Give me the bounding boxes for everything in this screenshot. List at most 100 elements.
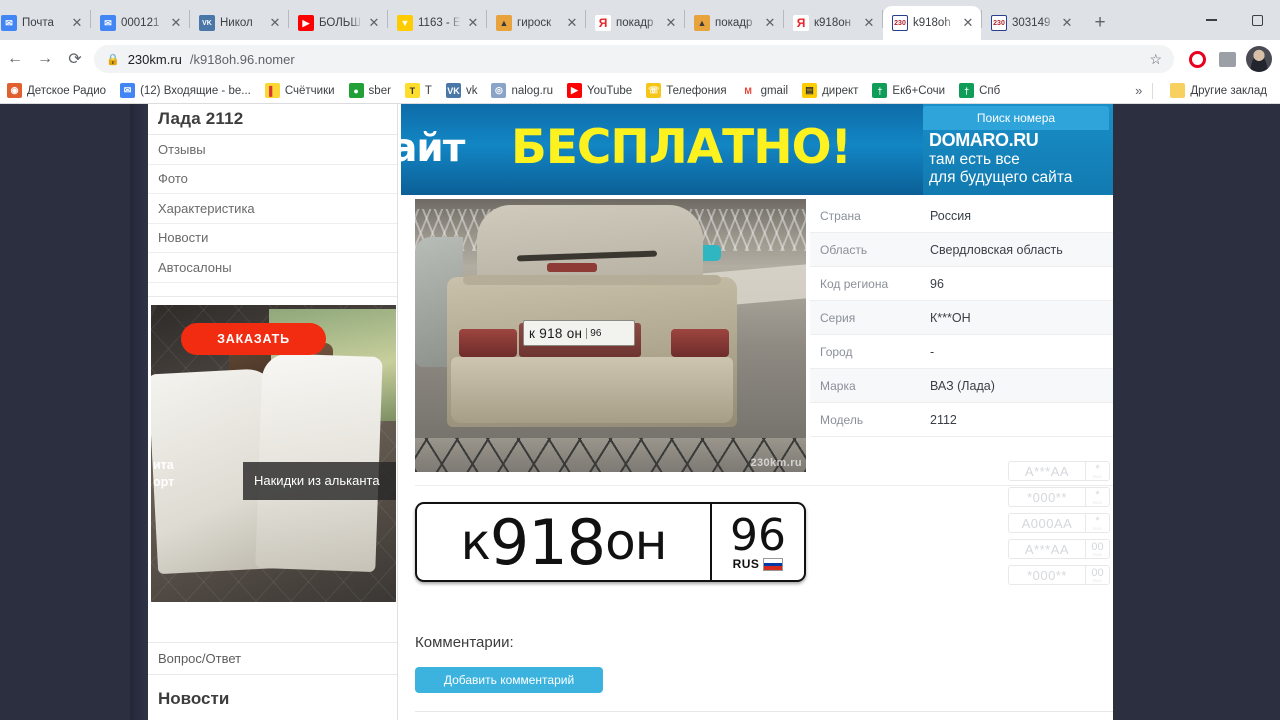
bookmark-item[interactable]: TT (398, 80, 439, 102)
top-ad-banner[interactable]: сайт БЕСПЛАТНО! DOMARO.RU там есть все д… (401, 104, 1113, 195)
plate-rus-label: RUS (732, 557, 760, 572)
bookmark-label: YouTube (587, 84, 633, 97)
bookmark-item[interactable]: ☏ Телефония (639, 80, 733, 102)
bookmark-item[interactable]: ▶ YouTube (560, 80, 639, 102)
plate-pattern-item[interactable]: *000** * RUS (1008, 487, 1110, 507)
url-path: /k918oh.96.nomer (189, 51, 295, 67)
tab-close-icon[interactable]: ✕ (565, 16, 579, 30)
sidebar-item-3[interactable]: Характеристика (148, 194, 397, 224)
tab-close-icon[interactable]: ✕ (70, 16, 84, 30)
address-bar[interactable]: 🔒 230km.ru/k918oh.96.nomer ☆ (94, 45, 1174, 73)
plate-pattern-item[interactable]: A000AA * RUS (1008, 513, 1110, 533)
ad-order-button[interactable]: ЗАКАЗАТЬ (181, 322, 326, 355)
browser-tab[interactable]: ▶ БОЛЬШ ✕ (289, 6, 387, 40)
table-cell-key: Марка (820, 378, 856, 393)
bookmark-item[interactable]: † Спб (952, 80, 1007, 102)
reload-button[interactable]: ⟳ (60, 44, 90, 74)
screenshot-extension-icon[interactable] (1212, 44, 1242, 74)
browser-tab[interactable]: 230 303149 ✕ (982, 6, 1080, 40)
table-cell-value: 96 (930, 276, 944, 291)
sidebar-item-5[interactable]: Автосалоны (148, 253, 397, 283)
bookmark-item[interactable]: ✉ (12) Входящие - be... (113, 80, 258, 102)
phone-icon: ☏ (646, 83, 662, 98)
add-comment-button[interactable]: Добавить комментарий (415, 667, 603, 693)
bookmark-item[interactable]: † Ек6+Сочи (865, 80, 952, 102)
pattern-main: A***AA (1024, 541, 1070, 557)
car-photo[interactable]: к 918 он 96 230km.ru (415, 199, 806, 472)
tab-title: Никол (220, 17, 253, 29)
pattern-region-code: * (1095, 514, 1100, 527)
table-cell-value: К***ОН (930, 310, 971, 325)
bookmark-label: Телефония (666, 84, 727, 97)
youtube-icon: ▶ (567, 83, 583, 98)
bookmarks-overflow-chevron-icon[interactable]: » (1135, 83, 1142, 98)
bookmark-item[interactable]: ▤ директ (795, 80, 865, 102)
browser-tab[interactable]: ▲ покадр ✕ (685, 6, 783, 40)
maximize-button[interactable] (1234, 0, 1280, 40)
tab-title: k918oh (913, 17, 951, 29)
tab-title: 000121 (121, 17, 160, 29)
banner-line-2: там есть все (929, 151, 1020, 168)
table-row: Код региона 96 (810, 267, 1113, 301)
browser-tab[interactable]: Япокадр ✕ (586, 6, 684, 40)
bookmark-star-icon[interactable]: ☆ (1149, 51, 1162, 68)
table-row: Область Свердловская область (810, 233, 1113, 267)
table-cell-key: Область (820, 242, 868, 257)
page-viewport: Лада 2112 Отзывы Фото Характеристика Новост… (0, 104, 1280, 720)
browser-tab[interactable]: ✉ Почта ✕ (0, 6, 90, 40)
bookmark-item[interactable]: ◎ nalog.ru (484, 80, 560, 102)
plate-pattern-item[interactable]: A***AA 00 RUS (1008, 539, 1110, 559)
tab-close-icon[interactable]: ✕ (961, 16, 975, 30)
new-tab-button[interactable]: + (1086, 9, 1114, 37)
sidebar-item-4[interactable]: Новости (148, 224, 397, 253)
sidebar-ad-banner[interactable]: ЗАКАЗАТЬ ита орт Накидки из альканта (151, 304, 396, 602)
tab-close-icon[interactable]: ✕ (1060, 16, 1074, 30)
tabs-container: ✉ Почта ✕ ✉ 000121 ✕ VK Никол ✕ ▶ БОЛЬШ ✕ ▼ 1163 - Е ✕… (0, 6, 1114, 40)
tab-title: покадр (715, 17, 753, 29)
forward-button[interactable]: → (30, 44, 60, 74)
plate-info-table: Страна Россия Область Свердловская область К… (810, 199, 1113, 437)
sidebar-item-2[interactable]: Фото (148, 165, 397, 194)
pattern-region: 00 RUS (1085, 566, 1109, 584)
opera-extension-icon[interactable] (1182, 44, 1212, 74)
sidebar-item-qa[interactable]: Вопрос/Ответ (148, 642, 397, 675)
browser-tab[interactable]: Як918он ✕ (784, 6, 882, 40)
bookmark-item[interactable]: VK vk (439, 80, 485, 102)
tab-close-icon[interactable]: ✕ (466, 16, 480, 30)
other-bookmarks-button[interactable]: Другие заклад (1163, 80, 1274, 102)
search-number-button[interactable]: Поиск номера (923, 106, 1109, 130)
plate-digits: 918 (489, 505, 606, 579)
table-cell-key: Город (820, 344, 853, 359)
browser-tab[interactable]: ▼ 1163 - Е ✕ (388, 6, 486, 40)
plate-pattern-item[interactable]: A***AA * RUS (1008, 461, 1110, 481)
tab-title: гироск (517, 17, 552, 29)
pattern-region: * RUS (1085, 462, 1109, 480)
site-sidebar: Лада 2112 Отзывы Фото Характеристика Новост… (148, 104, 397, 720)
browser-tab[interactable]: ▲ гироск ✕ (487, 6, 585, 40)
plate-pattern-item[interactable]: *000** 00 RUS (1008, 565, 1110, 585)
ad-side-text-line2: орт (153, 474, 175, 489)
bookmark-item[interactable]: ◉ Детское Радио (0, 80, 113, 102)
browser-tab[interactable]: VK Никол ✕ (190, 6, 288, 40)
bookmark-item[interactable]: ▌ Счётчики (258, 80, 342, 102)
browser-tab[interactable]: ✉ 000121 ✕ (91, 6, 189, 40)
avatar[interactable] (1246, 46, 1272, 72)
license-plate-graphic: к 918 он 96 RUS (415, 502, 806, 582)
tab-close-icon[interactable]: ✕ (862, 16, 876, 30)
direct-icon: ▤ (802, 83, 818, 98)
ad-side-text: ита орт (153, 457, 191, 491)
back-button[interactable]: ← (0, 44, 30, 74)
minimize-button[interactable] (1188, 0, 1234, 40)
banner-text-white: сайт (401, 126, 465, 171)
bookmark-label: директ (822, 84, 859, 97)
bookmark-item[interactable]: Mgmail (734, 80, 795, 102)
tab-close-icon[interactable]: ✕ (664, 16, 678, 30)
sidebar-title: Лада 2112 (148, 104, 397, 135)
tab-close-icon[interactable]: ✕ (169, 16, 183, 30)
sidebar-item-1[interactable]: Отзывы (148, 135, 397, 165)
tab-close-icon[interactable]: ✕ (367, 16, 381, 30)
tab-close-icon[interactable]: ✕ (268, 16, 282, 30)
tab-close-icon[interactable]: ✕ (763, 16, 777, 30)
bookmark-item[interactable]: ● sber (342, 80, 398, 102)
browser-tab[interactable]: 230 k918oh ✕ (883, 6, 981, 40)
